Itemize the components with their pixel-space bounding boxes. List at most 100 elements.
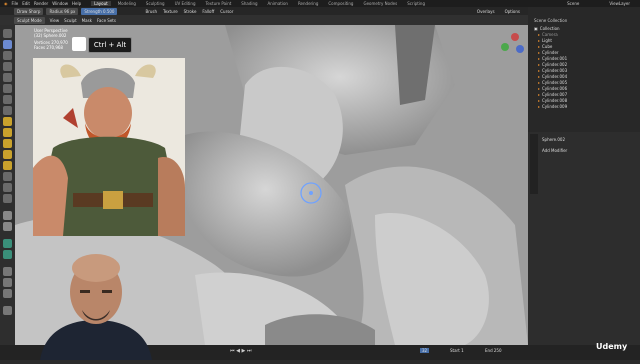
draw-brush-icon[interactable] (3, 29, 12, 38)
mesh-icon: ▸ (538, 49, 541, 55)
blender-logo-icon[interactable]: ◉ (4, 1, 8, 6)
texture-menu[interactable]: Texture (163, 9, 178, 14)
tool-header: Draw Sharp Radius 96 px Strength 0.500 B… (0, 7, 528, 15)
radius-value: 96 px (64, 8, 76, 14)
viking-reference-illustration (33, 58, 185, 236)
tab-rendering[interactable]: Rendering (295, 1, 321, 6)
inflate-brush-icon[interactable] (3, 84, 12, 93)
menu-window[interactable]: Window (52, 1, 68, 6)
mask-menu[interactable]: Mask (82, 18, 92, 23)
draw-sharp-brush-icon[interactable] (3, 40, 12, 49)
current-frame[interactable]: 32 (420, 348, 430, 353)
tab-uv-editing[interactable]: UV Editing (172, 1, 199, 6)
strength-label: Strength (84, 8, 102, 14)
mesh-icon: ▸ (538, 79, 541, 85)
mesh-icon: ▸ (538, 55, 541, 61)
presenter-webcam (40, 250, 152, 360)
mesh-icon: ▸ (538, 91, 541, 97)
tab-geometry-nodes[interactable]: Geometry Nodes (360, 1, 400, 6)
flatten-brush-icon[interactable] (3, 128, 12, 137)
falloff-menu[interactable]: Falloff (202, 9, 214, 14)
strength-field[interactable]: Strength 0.500 (81, 7, 118, 15)
properties-panel: Sphere.002 Add Modifier (528, 132, 640, 345)
udemy-watermark: Udemy (596, 342, 628, 351)
clay-brush-icon[interactable] (3, 51, 12, 60)
smooth-brush-icon[interactable] (3, 117, 12, 126)
menu-file[interactable]: File (12, 1, 19, 6)
trim-tool-icon[interactable] (3, 250, 12, 259)
top-menu-bar: ◉ File Edit Render Window Help Layout Mo… (0, 0, 640, 7)
thumb-brush-icon[interactable] (3, 194, 12, 203)
presenter-figure (40, 254, 152, 360)
key-hint-swatch (72, 37, 86, 51)
tab-texture-paint[interactable]: Texture Paint (202, 1, 234, 6)
overlays-menu[interactable]: Overlays (477, 9, 495, 14)
face-sets-menu[interactable]: Face Sets (97, 18, 116, 23)
strength-value: 0.500 (103, 8, 115, 14)
camera-icon: ▸ (538, 31, 541, 37)
tab-layout[interactable]: Layout (91, 1, 111, 6)
mesh-icon: ▸ (538, 85, 541, 91)
blob-brush-icon[interactable] (3, 95, 12, 104)
sculpt-toolbar (0, 25, 15, 345)
cursor-menu[interactable]: Cursor (220, 9, 233, 14)
annotate-tool-icon[interactable] (3, 306, 12, 315)
view-menu[interactable]: View (50, 18, 60, 23)
scale-tool-icon[interactable] (3, 289, 12, 298)
mesh-icon: ▸ (538, 73, 541, 79)
snake-hook-brush-icon[interactable] (3, 183, 12, 192)
end-value[interactable]: 250 (494, 348, 502, 353)
reference-image (33, 58, 185, 236)
start-value[interactable]: 1 (461, 348, 464, 353)
tab-scripting[interactable]: Scripting (404, 1, 428, 6)
outliner-item-cylinder-009[interactable]: ▸ Cylinder.009 (538, 103, 567, 109)
brush-selector[interactable]: Draw Sharp (14, 7, 44, 15)
crease-brush-icon[interactable] (3, 106, 12, 115)
playback-controls[interactable]: ⏮ ◀ ▶ ⏭ (230, 348, 251, 354)
mode-selector[interactable]: Sculpt Mode (14, 16, 45, 24)
fill-brush-icon[interactable] (3, 139, 12, 148)
menu-render[interactable]: Render (34, 1, 48, 6)
grab-brush-icon[interactable] (3, 172, 12, 181)
light-icon: ▸ (538, 37, 541, 43)
face-set-icon[interactable] (3, 239, 12, 248)
move-tool-icon[interactable] (3, 267, 12, 276)
faces-label: Faces (34, 45, 46, 50)
tab-compositing[interactable]: Compositing (325, 1, 356, 6)
options-menu[interactable]: Options (505, 9, 520, 14)
tab-shading[interactable]: Shading (238, 1, 260, 6)
scene-selector[interactable]: Scene (567, 1, 579, 6)
mesh-icon: ▸ (538, 67, 541, 73)
mesh-icon: ▸ (538, 97, 541, 103)
brush-menu[interactable]: Brush (145, 9, 157, 14)
radius-label: Radius (49, 8, 63, 14)
scrape-brush-icon[interactable] (3, 150, 12, 159)
pinch-brush-icon[interactable] (3, 161, 12, 170)
outliner-title: Scene Collection (534, 18, 568, 23)
tab-sculpting[interactable]: Sculpting (143, 1, 168, 6)
clay-strips-brush-icon[interactable] (3, 62, 12, 71)
mask-brush-icon[interactable] (3, 211, 12, 220)
mesh-icon: ▸ (538, 43, 541, 49)
object-label: (32) Sphere.002 (34, 33, 67, 38)
add-modifier-button[interactable]: Add Modifier (542, 148, 567, 153)
key-hint-overlay: Ctrl + Alt (88, 37, 132, 53)
sculpt-menu[interactable]: Sculpt (64, 18, 77, 23)
radius-field[interactable]: Radius 96 px (46, 7, 79, 15)
end-label: End (485, 348, 493, 353)
mesh-icon: ▸ (538, 61, 541, 67)
menu-edit[interactable]: Edit (22, 1, 30, 6)
menu-help[interactable]: Help (72, 1, 81, 6)
collection-icon: ▣ (534, 25, 538, 31)
layer-brush-icon[interactable] (3, 73, 12, 82)
stroke-menu[interactable]: Stroke (184, 9, 197, 14)
tab-modeling[interactable]: Modeling (115, 1, 139, 6)
rotate-tool-icon[interactable] (3, 278, 12, 287)
mesh-icon: ▸ (538, 103, 541, 109)
properties-object-name: Sphere.002 (542, 137, 565, 142)
box-mask-icon[interactable] (3, 222, 12, 231)
tab-animation[interactable]: Animation (265, 1, 291, 6)
viewport-info: User Perspective (32) Sphere.002 Vertice… (34, 28, 68, 50)
faces-value: 270,968 (46, 45, 63, 50)
view-layer-selector[interactable]: ViewLayer (609, 1, 630, 6)
